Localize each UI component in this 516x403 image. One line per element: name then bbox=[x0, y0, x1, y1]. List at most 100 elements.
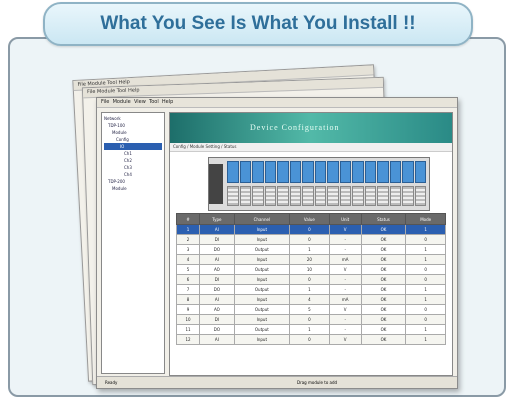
table-cell: OK bbox=[360, 304, 407, 315]
table-cell: 2 bbox=[175, 234, 201, 245]
table-cell: AO bbox=[199, 264, 235, 275]
table-cell: 9 bbox=[175, 304, 201, 315]
column-header[interactable]: Status bbox=[360, 213, 407, 225]
column-header[interactable]: # bbox=[175, 213, 201, 225]
table-cell: Input bbox=[233, 314, 291, 325]
table-cell: AO bbox=[199, 304, 235, 315]
device-tree[interactable]: Network TDP-100 Module Config IO Ch1 Ch2… bbox=[101, 112, 165, 374]
table-cell: 4 bbox=[289, 294, 330, 305]
table-row[interactable]: 4 AI Input 20 mA OK 1 bbox=[175, 254, 446, 265]
table-cell: Input bbox=[233, 294, 291, 305]
table-cell: Output bbox=[233, 244, 291, 255]
table-cell: 3 bbox=[175, 244, 201, 255]
table-cell: DO bbox=[199, 244, 235, 255]
table-cell: 0 bbox=[289, 334, 330, 345]
io-modules bbox=[227, 161, 426, 183]
table-row[interactable]: 6 DI Input 0- OK 0 bbox=[175, 274, 446, 285]
table-cell: 20 bbox=[289, 254, 330, 265]
tree-item[interactable]: Ch2 bbox=[104, 157, 162, 164]
table-cell: 4 bbox=[175, 254, 201, 265]
table-row[interactable]: 7 DO Output 1- OK 1 bbox=[175, 284, 446, 295]
main-window: File Module View Tool Help Network TDP-1… bbox=[96, 97, 458, 389]
table-cell: 1 bbox=[289, 324, 330, 335]
menu-tool[interactable]: Tool bbox=[149, 99, 159, 105]
table-cell: 10 bbox=[289, 264, 330, 275]
table-cell: OK bbox=[360, 324, 407, 335]
page-title: What You See Is What You Install !! bbox=[100, 13, 416, 34]
table-row[interactable]: 1 AI Input 0 V OK 1 bbox=[175, 224, 446, 235]
table-cell: 1 bbox=[289, 284, 330, 295]
table-cell: DI bbox=[199, 234, 235, 245]
tree-item[interactable]: Ch4 bbox=[104, 171, 162, 178]
table-cell: 8 bbox=[175, 294, 201, 305]
table-cell: OK bbox=[360, 274, 407, 285]
tree-item[interactable]: Module bbox=[104, 129, 162, 136]
table-row[interactable]: 3 DO Output 1- OK 1 bbox=[175, 244, 446, 255]
tree-item[interactable]: TDP-200 bbox=[104, 178, 162, 185]
status-ready: Ready bbox=[105, 380, 118, 385]
tree-item[interactable]: Ch3 bbox=[104, 164, 162, 171]
table-cell: 0 bbox=[289, 314, 330, 325]
column-header[interactable]: Type bbox=[199, 213, 235, 225]
tree-item[interactable]: Module bbox=[104, 185, 162, 192]
table-cell: Input bbox=[233, 274, 291, 285]
status-hint: Drag module to add bbox=[297, 380, 338, 385]
menu-module[interactable]: Module bbox=[113, 99, 131, 105]
table-cell: DI bbox=[199, 274, 235, 285]
table-row[interactable]: 8 AI Input 4 mA OK 1 bbox=[175, 294, 446, 305]
table-cell: 5 bbox=[289, 304, 330, 315]
table-row[interactable]: 11 DO Output 1- OK 1 bbox=[175, 324, 446, 335]
table-cell: Input bbox=[233, 254, 291, 265]
table-cell: Output bbox=[233, 284, 291, 295]
column-header[interactable]: Channel bbox=[233, 213, 291, 225]
table-cell: OK bbox=[360, 334, 407, 345]
table-cell: 1 bbox=[405, 294, 446, 305]
table-cell: Input bbox=[233, 224, 291, 235]
table-cell: 0 bbox=[289, 274, 330, 285]
table-cell: OK bbox=[360, 254, 407, 265]
table-row[interactable]: 2 DI Input 0- OK 0 bbox=[175, 234, 446, 245]
table-cell: OK bbox=[360, 314, 407, 325]
table-cell: OK bbox=[360, 294, 407, 305]
table-row[interactable]: 5 AO Output 10 V OK 0 bbox=[175, 264, 446, 275]
table-cell: - bbox=[328, 234, 362, 245]
table-cell: 0 bbox=[405, 314, 446, 325]
menu-view[interactable]: View bbox=[134, 99, 146, 105]
device-image[interactable] bbox=[208, 157, 430, 211]
menu-bar: File Module View Tool Help bbox=[97, 98, 457, 108]
table-cell: DI bbox=[199, 314, 235, 325]
table-cell: - bbox=[328, 324, 362, 335]
tree-item[interactable]: Ch1 bbox=[104, 150, 162, 157]
tree-item-selected[interactable]: IO bbox=[104, 143, 162, 150]
table-cell: 5 bbox=[175, 264, 201, 275]
coupler-block bbox=[209, 164, 223, 204]
table-cell: V bbox=[328, 334, 362, 345]
table-row[interactable]: 12 AI Input 0 V OK 1 bbox=[175, 334, 446, 345]
tree-item[interactable]: Config bbox=[104, 136, 162, 143]
table-row[interactable]: 9 AO Output 5 V OK 0 bbox=[175, 304, 446, 315]
app-banner: Device Configuration bbox=[170, 113, 452, 143]
content-pane: Device Configuration Config / Module Set… bbox=[169, 112, 453, 376]
table-cell: Input bbox=[233, 234, 291, 245]
column-header[interactable]: Unit bbox=[328, 213, 362, 225]
table-cell: 12 bbox=[175, 334, 201, 345]
table-cell: 1 bbox=[405, 224, 446, 235]
title-tab: What You See Is What You Install !! bbox=[43, 2, 473, 46]
table-cell: 1 bbox=[405, 254, 446, 265]
table-row[interactable]: 10 DI Input 0- OK 0 bbox=[175, 314, 446, 325]
table-cell: 1 bbox=[405, 244, 446, 255]
menu-help[interactable]: Help bbox=[162, 99, 173, 105]
table-cell: OK bbox=[360, 264, 407, 275]
column-header[interactable]: Mode bbox=[405, 213, 446, 225]
table-cell: V bbox=[328, 304, 362, 315]
tree-item[interactable]: Network bbox=[104, 115, 162, 122]
table-cell: OK bbox=[360, 244, 407, 255]
table-cell: mA bbox=[328, 254, 362, 265]
table-cell: 6 bbox=[175, 274, 201, 285]
menu-file[interactable]: File bbox=[101, 99, 109, 105]
table-cell: mA bbox=[328, 294, 362, 305]
column-header[interactable]: Value bbox=[289, 213, 330, 225]
module-table: # Type Channel Value Unit Status Mode 1 AI Input… bbox=[175, 213, 446, 345]
table-cell: - bbox=[328, 284, 362, 295]
tree-item[interactable]: TDP-100 bbox=[104, 122, 162, 129]
